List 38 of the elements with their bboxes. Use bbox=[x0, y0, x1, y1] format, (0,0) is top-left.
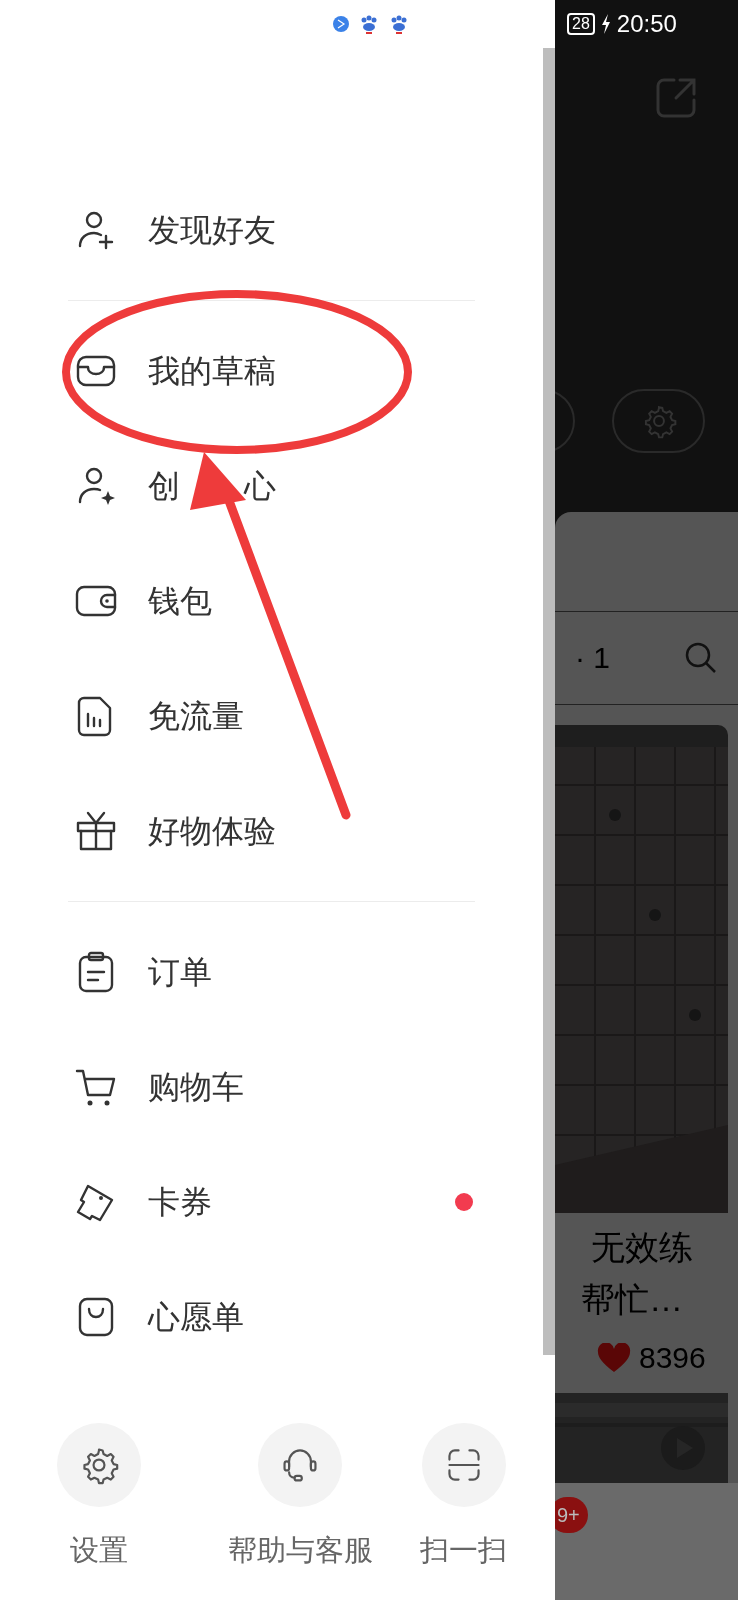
action-label: 帮助与客服 bbox=[227, 1536, 373, 1565]
menu-item[interactable]: 购物车 bbox=[0, 1029, 543, 1144]
menu-item-label: 心愿单 bbox=[148, 1300, 244, 1333]
post-title-line: 帮忙… bbox=[581, 1279, 684, 1320]
menu-item-label: 免流量 bbox=[148, 699, 244, 732]
settings-pill-button[interactable] bbox=[612, 389, 705, 453]
post-title-line: 无效练 bbox=[591, 1227, 694, 1268]
menu-item-label: 好物体验 bbox=[148, 814, 276, 847]
menu-item-label: 发现好友 bbox=[148, 213, 276, 246]
charging-icon bbox=[600, 14, 611, 34]
like-count: 8396 bbox=[639, 1343, 706, 1373]
menu-item-label: 我的草稿 bbox=[148, 354, 276, 387]
menu-item-label: 心 bbox=[244, 469, 276, 502]
menu-item-label: 卡券 bbox=[148, 1185, 212, 1218]
menu-item[interactable]: 卡券 bbox=[0, 1144, 543, 1259]
action-label: 设置 bbox=[70, 1536, 129, 1565]
menu-item[interactable]: 好物体验 bbox=[0, 773, 543, 888]
app-notification-icon bbox=[332, 15, 350, 33]
menu-item-label: 创 bbox=[148, 469, 180, 502]
heart-icon bbox=[597, 1343, 631, 1373]
menu-item[interactable]: 我的草稿 bbox=[0, 313, 543, 428]
menu-item[interactable]: 心愿单 bbox=[0, 1259, 543, 1374]
menu-item-label: 购物车 bbox=[148, 1070, 244, 1103]
menu-item[interactable]: 钱包 bbox=[0, 543, 543, 658]
settings-button[interactable]: 设置 bbox=[35, 1423, 164, 1565]
battery-indicator: 28 bbox=[567, 13, 595, 35]
notification-badge: 9+ bbox=[555, 1497, 588, 1533]
menu-item[interactable]: 发现好友 bbox=[0, 172, 543, 287]
clock: 20:50 bbox=[616, 12, 677, 36]
menu-item-label: 钱包 bbox=[148, 584, 212, 617]
result-count: · 1 bbox=[575, 643, 610, 673]
search-icon bbox=[684, 641, 718, 675]
menu-item[interactable]: 创 心 bbox=[0, 428, 543, 543]
action-label: 扫一扫 bbox=[420, 1536, 508, 1565]
share-icon bbox=[654, 76, 698, 120]
menu-item[interactable]: 订单 bbox=[0, 914, 543, 1029]
menu-item[interactable]: 免流量 bbox=[0, 658, 543, 773]
menu-item-label: 订单 bbox=[148, 955, 212, 988]
